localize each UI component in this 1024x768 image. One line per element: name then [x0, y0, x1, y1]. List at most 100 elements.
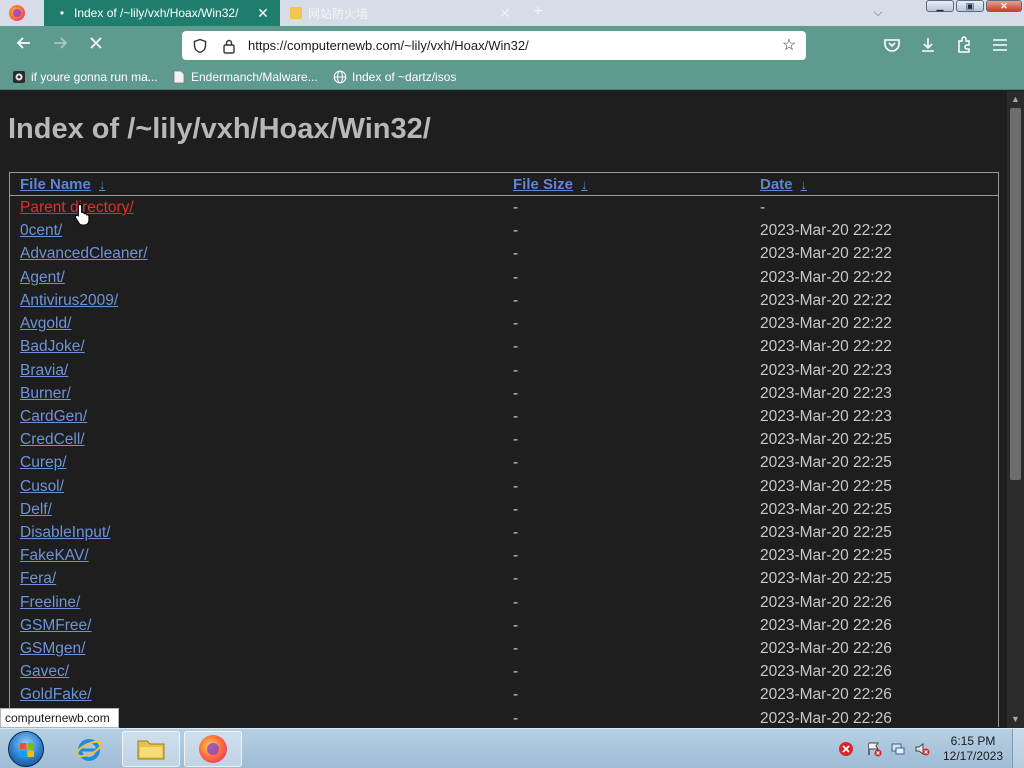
system-clock[interactable]: 6:15 PM 12/17/2023 — [940, 734, 1006, 764]
column-header-size[interactable]: File Size ↓ — [513, 176, 588, 193]
close-tab-icon[interactable]: ✕ — [496, 5, 514, 22]
clock-time: 6:15 PM — [950, 734, 996, 748]
file-link[interactable]: CardGen/ — [20, 408, 87, 426]
minimize-button[interactable]: ▁ — [926, 0, 954, 12]
tab-active[interactable]: • Index of /~lily/vxh/Hoax/Win32/ ✕ — [44, 0, 280, 26]
start-button[interactable] — [8, 731, 44, 767]
page-title: Index of /~lily/vxh/Hoax/Win32/ — [8, 113, 431, 145]
taskbar-firefox-button[interactable] — [184, 731, 242, 767]
scroll-up-icon[interactable]: ▲ — [1007, 91, 1024, 107]
sort-arrow-icon: ↓ — [581, 177, 588, 192]
stop-icon — [90, 37, 102, 49]
back-arrow-icon — [16, 37, 30, 49]
file-link[interactable]: BadJoke/ — [20, 338, 85, 356]
close-tab-icon[interactable]: ✕ — [254, 5, 272, 22]
table-row: AdvancedCleaner/ - 2023-Mar-20 22:22 — [10, 242, 998, 265]
internet-explorer-icon — [76, 739, 102, 761]
column-header-name[interactable]: File Name ↓ — [20, 176, 105, 193]
maximize-button[interactable]: ▣ — [956, 0, 984, 12]
bookmark-item[interactable]: if youre gonna run ma... — [12, 68, 158, 86]
loading-icon: • — [59, 6, 65, 20]
file-size: - — [513, 640, 519, 657]
stop-button[interactable] — [84, 34, 108, 56]
file-link[interactable]: Avgold/ — [20, 315, 71, 333]
file-size: - — [513, 362, 519, 379]
file-link[interactable]: Freeline/ — [20, 594, 80, 612]
file-link[interactable]: Fera/ — [20, 570, 56, 588]
file-size: - — [513, 710, 519, 727]
url-text[interactable]: https://computernewb.com/~lily/vxh/Hoax/… — [248, 38, 780, 53]
show-desktop-button[interactable] — [1012, 729, 1024, 768]
file-size: - — [513, 686, 519, 703]
taskbar-explorer-button[interactable] — [122, 731, 180, 767]
bug-icon — [13, 71, 25, 83]
file-link[interactable]: Burner/ — [20, 385, 71, 403]
file-link[interactable]: Antivirus2009/ — [20, 292, 118, 310]
file-link[interactable]: Bravia/ — [20, 362, 68, 380]
bookmark-item[interactable]: Endermanch/Malware... — [172, 68, 318, 86]
page-icon — [173, 70, 185, 84]
file-date: 2023-Mar-20 22:26 — [760, 594, 892, 611]
file-link[interactable]: Cusol/ — [20, 478, 64, 496]
table-row: Delf/ - 2023-Mar-20 22:25 — [10, 498, 998, 521]
file-size: - — [513, 431, 519, 448]
file-link[interactable]: Gavec/ — [20, 663, 69, 681]
table-row: Freeline/ - 2023-Mar-20 22:26 — [10, 591, 998, 614]
new-tab-icon[interactable]: + — [528, 2, 548, 22]
file-link[interactable]: GSMFree/ — [20, 617, 91, 635]
file-date: 2023-Mar-20 22:22 — [760, 338, 892, 355]
globe-icon — [333, 70, 347, 84]
file-link[interactable]: GoldFake/ — [20, 686, 92, 704]
tab-inactive[interactable]: 网站防火墙 ✕ — [282, 0, 522, 26]
bookmark-star-icon[interactable]: ☆ — [780, 37, 798, 55]
table-row: DisableInput/ - 2023-Mar-20 22:25 — [10, 521, 998, 544]
table-row: Gavec/ - 2023-Mar-20 22:26 — [10, 660, 998, 683]
scroll-down-icon[interactable]: ▼ — [1007, 711, 1024, 727]
file-link[interactable]: Delf/ — [20, 501, 52, 519]
table-row: FakeKAV/ - 2023-Mar-20 22:25 — [10, 544, 998, 567]
network-icon[interactable] — [890, 741, 906, 757]
tracking-shield-icon[interactable] — [192, 38, 208, 54]
file-date: 2023-Mar-20 22:23 — [760, 385, 892, 402]
file-size: - — [513, 385, 519, 402]
security-alert-icon[interactable] — [838, 741, 854, 757]
file-link[interactable]: DisableInput/ — [20, 524, 110, 542]
file-link[interactable]: Curep/ — [20, 454, 67, 472]
file-date: 2023-Mar-20 22:23 — [760, 362, 892, 379]
file-size: - — [513, 408, 519, 425]
scroll-thumb[interactable] — [1010, 108, 1021, 480]
list-tabs-icon[interactable]: ⌵ — [868, 2, 888, 22]
back-button[interactable] — [12, 34, 36, 56]
file-link[interactable]: AdvancedCleaner/ — [20, 245, 148, 263]
extensions-icon[interactable] — [954, 35, 974, 55]
file-size: - — [513, 478, 519, 495]
file-link[interactable]: CredCell/ — [20, 431, 85, 449]
firefox-view-button[interactable] — [0, 0, 34, 26]
file-size: - — [513, 454, 519, 471]
file-date: 2023-Mar-20 22:23 — [760, 408, 892, 425]
lock-icon[interactable] — [222, 38, 236, 54]
firefox-logo-icon — [9, 5, 25, 21]
file-link[interactable]: 0cent/ — [20, 222, 62, 240]
forward-button[interactable] — [48, 34, 72, 56]
file-size: - — [513, 338, 519, 355]
window-close-button[interactable]: ✕ — [986, 0, 1022, 12]
downloads-icon[interactable] — [918, 35, 938, 55]
column-header-date-label: Date — [760, 176, 793, 193]
pocket-icon[interactable] — [882, 35, 902, 55]
file-link[interactable]: Agent/ — [20, 269, 65, 287]
file-size: - — [513, 663, 519, 680]
file-date: 2023-Mar-20 22:26 — [760, 686, 892, 703]
volume-muted-icon[interactable] — [914, 741, 930, 757]
file-link[interactable]: FakeKAV/ — [20, 547, 89, 565]
vertical-scrollbar[interactable]: ▲ ▼ — [1007, 91, 1024, 728]
file-link[interactable]: GSMgen/ — [20, 640, 85, 658]
file-size: - — [513, 199, 519, 216]
taskbar-ie-button[interactable] — [60, 731, 118, 767]
table-row: Agent/ - 2023-Mar-20 22:22 — [10, 266, 998, 289]
address-bar[interactable]: https://computernewb.com/~lily/vxh/Hoax/… — [182, 31, 806, 60]
column-header-date[interactable]: Date ↓ — [760, 176, 807, 193]
action-center-icon[interactable] — [866, 741, 882, 757]
bookmark-item[interactable]: Index of ~dartz/isos — [333, 68, 456, 86]
menu-icon[interactable] — [990, 35, 1010, 55]
